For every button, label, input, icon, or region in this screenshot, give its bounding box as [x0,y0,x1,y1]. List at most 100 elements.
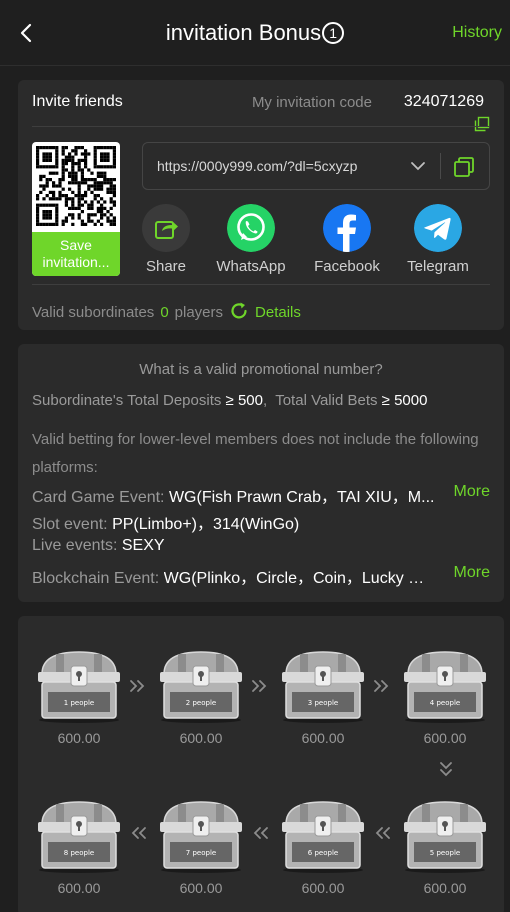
invite-friends-title: Invite friends [32,93,123,110]
share-option-facebook[interactable]: Facebook [311,204,383,275]
event-label: Card Game Event: [32,489,165,506]
chest-rewards-card: 1 people 600.00 2 people 600.00 3 people 600.… [18,616,504,912]
chest-amount: 600.00 [423,730,467,746]
chest-people-label: 1 people [63,699,95,707]
treasure-chest[interactable]: 7 people [156,796,246,874]
page-title-text: invitation Bonus [165,20,322,45]
chest-amount: 600.00 [179,730,223,746]
more-link[interactable]: More [454,564,490,582]
chevron-down-icon[interactable] [409,157,427,175]
event-value: SEXY [121,537,165,554]
chest-amount: 600.00 [301,730,345,746]
double-chevron-left-icon [375,827,390,839]
chest-icon [38,651,120,723]
bets-label: Total Valid Bets [275,392,378,409]
treasure-chest[interactable]: 8 people [34,796,124,874]
event-label: Live events: [32,537,118,554]
chest-people-label: 4 people [429,699,461,707]
treasure-chest[interactable]: 4 people [400,646,490,724]
chest-icon [160,651,242,723]
treasure-chest[interactable]: 3 people [278,646,368,724]
double-chevron-right-icon [130,680,145,692]
valid-subordinates-row: Valid subordinates 0 players Details [32,301,301,321]
telegram-icon [414,204,462,252]
divider [32,284,490,285]
header-bar: invitation Bonus 1 History [0,0,510,66]
divider [440,153,441,179]
share-option-telegram[interactable]: Telegram [402,204,474,275]
chest-icon [282,651,364,723]
event-value: WG(Fish Prawn Crab，TAI XIU，M... [168,489,435,506]
chest-icon [404,651,486,723]
event-label: Slot event: [32,516,108,533]
deposit-value: ≥ 500 [225,392,263,409]
chest-amount: 600.00 [301,880,345,896]
treasure-chest[interactable]: 5 people [400,796,490,874]
share-option-label: WhatsApp [216,258,286,275]
copy-link-icon[interactable] [453,156,475,178]
treasure-chest[interactable]: 1 people [34,646,124,724]
double-chevron-down-icon [440,762,452,777]
divider [32,126,490,127]
title-info-badge[interactable]: 1 [322,22,345,44]
event-value: WG(Plinko，Circle，Coin，Lucky Di... [163,570,436,587]
more-link[interactable]: More [454,483,490,501]
double-chevron-left-icon [131,827,146,839]
chest-icon [404,801,486,873]
chest-amount: 600.00 [179,880,223,896]
chest-people-label: 3 people [307,699,339,707]
chest-people-label: 8 people [63,849,95,857]
invite-card: Invite friends My invitation code 324071… [18,80,504,330]
event-label: Blockchain Event: [32,570,160,587]
invite-link-text: https://000y999.com/?dl=5cxyzp [157,158,358,174]
chest-people-label: 7 people [185,849,217,857]
event-row-card-game: Card Game Event: WG(Fish Prawn Crab，TAI … [32,483,490,506]
chest-icon [282,801,364,873]
share-icon [142,204,190,252]
invitation-code-value: 324071269 [403,93,484,110]
whatsapp-icon [227,204,275,252]
chest-people-label: 5 people [429,849,461,857]
invite-link-field[interactable]: https://000y999.com/?dl=5cxyzp [142,142,490,190]
save-invitation-button[interactable]: Save invitation... [32,232,120,276]
valid-subordinates-unit: players [174,304,224,321]
chest-amount: 600.00 [57,730,101,746]
event-row-slot: Slot event: PP(Limbo+)，314(WinGo) [32,510,490,533]
qr-code-image [36,146,116,226]
deposit-label: Subordinate's Total Deposits [32,392,222,409]
valid-subordinates-count: 0 [160,304,169,321]
back-arrow-icon[interactable] [12,18,40,48]
treasure-chest[interactable]: 2 people [156,646,246,724]
refresh-icon[interactable] [229,301,249,321]
event-value: PP(Limbo+)，314(WinGo) [112,516,300,533]
excluded-platforms-note: Valid betting for lower-level members do… [32,431,479,476]
share-option-whatsapp[interactable]: WhatsApp [215,204,287,275]
valid-subordinates-label: Valid subordinates [32,304,155,321]
chest-amount: 600.00 [57,880,101,896]
facebook-icon [323,204,371,252]
double-chevron-right-icon [374,680,389,692]
treasure-chest[interactable]: 6 people [278,796,368,874]
share-option-share[interactable]: Share [130,204,202,275]
copy-code-icon[interactable] [474,116,490,132]
details-link[interactable]: Details [255,304,301,321]
chest-icon [38,801,120,873]
chest-people-label: 2 people [185,699,217,707]
qr-code-card: Save invitation... [32,142,120,276]
double-chevron-right-icon [252,680,267,692]
rules-card: What is a valid promotional number? Subo… [18,344,504,602]
share-option-label: Facebook [314,258,380,275]
chest-people-label: 6 people [307,849,339,857]
event-row-live: Live events: SEXY [32,537,490,559]
requirements-line: Subordinate's Total Deposits ≥ 500, Tota… [32,392,428,409]
bets-value: ≥ 5000 [381,392,428,409]
valid-promotion-question: What is a valid promotional number? [139,361,383,378]
double-chevron-left-icon [253,827,268,839]
history-link[interactable]: History [452,24,502,42]
page-title: invitation Bonus 1 [0,20,510,46]
invitation-code-label: My invitation code [251,94,372,111]
share-option-label: Share [145,258,187,275]
event-row-blockchain: Blockchain Event: WG(Plinko，Circle，Coin，… [32,564,490,587]
chest-amount: 600.00 [423,880,467,896]
share-option-label: Telegram [407,258,469,275]
